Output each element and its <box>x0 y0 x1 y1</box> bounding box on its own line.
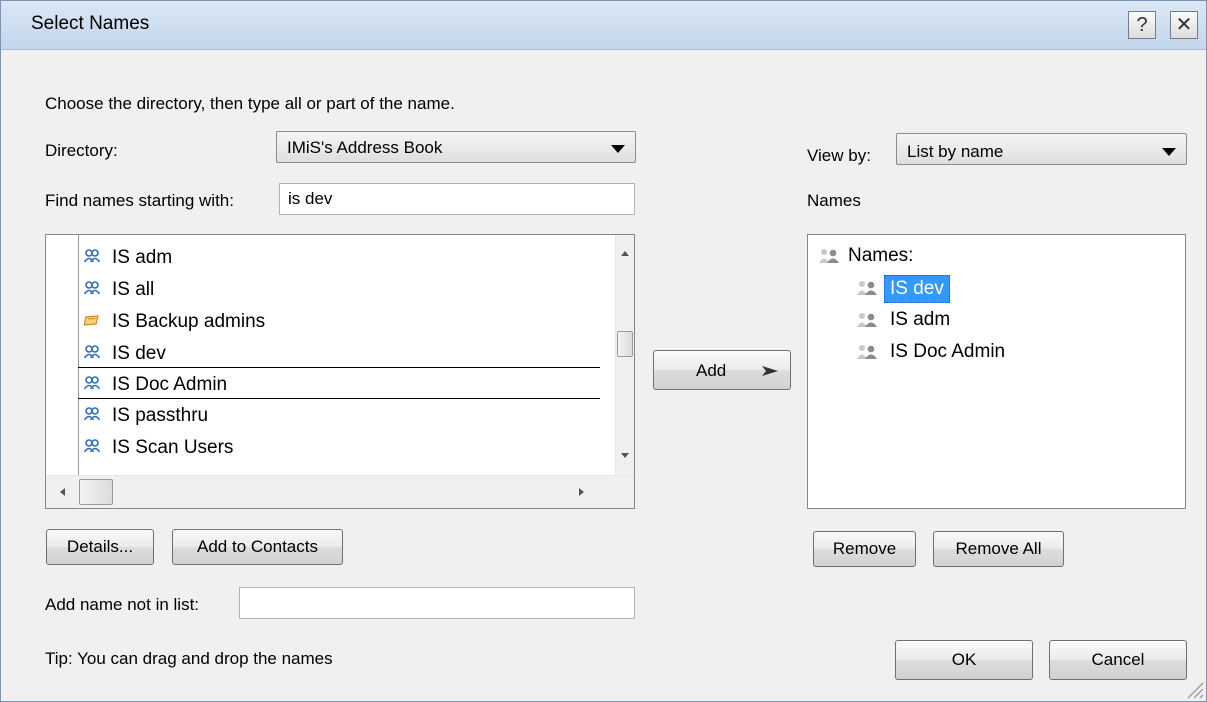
add-name-input[interactable] <box>239 587 635 619</box>
group-icon <box>84 249 100 263</box>
tree-item-label: IS adm <box>890 309 951 330</box>
add-button[interactable]: Add <box>653 350 791 390</box>
scroll-left-icon[interactable] <box>60 488 65 496</box>
list-item-label: IS Doc Admin <box>112 374 228 395</box>
find-label: Find names starting with: <box>45 191 234 210</box>
tree-item-label: IS dev <box>884 275 950 303</box>
list-item[interactable]: IS dev <box>78 337 600 369</box>
list-item[interactable]: IS Scan Users <box>78 431 600 463</box>
chevron-down-icon <box>611 145 625 153</box>
view-by-label: View by: <box>807 146 871 165</box>
tree-item-label: IS Doc Admin <box>890 341 1006 362</box>
users-icon <box>819 249 839 263</box>
vertical-scrollbar[interactable] <box>615 235 634 475</box>
view-by-value: List by name <box>907 142 1004 161</box>
directory-dropdown[interactable]: IMiS's Address Book <box>276 131 636 163</box>
selected-names-tree[interactable]: Names: IS dev IS adm IS Doc Admin <box>807 234 1186 509</box>
list-item-label: IS all <box>112 279 155 300</box>
distribution-list-icon <box>84 315 99 326</box>
list-item-label: IS Scan Users <box>112 437 234 458</box>
help-button[interactable]: ? <box>1128 11 1156 39</box>
list-item-label: IS dev <box>112 343 166 364</box>
scroll-up-icon[interactable] <box>621 251 629 256</box>
add-button-label: Add <box>696 361 727 380</box>
list-item[interactable]: IS all <box>78 273 600 305</box>
close-button[interactable]: ✕ <box>1170 11 1198 39</box>
list-item-label: IS Backup admins <box>112 311 266 332</box>
horizontal-scroll-thumb[interactable] <box>79 479 113 505</box>
remove-button[interactable]: Remove <box>813 531 916 567</box>
ok-button[interactable]: OK <box>895 640 1033 680</box>
users-icon <box>857 313 877 327</box>
remove-all-button[interactable]: Remove All <box>933 531 1064 567</box>
view-by-dropdown[interactable]: List by name <box>896 133 1187 165</box>
horizontal-scrollbar[interactable] <box>46 475 634 508</box>
directory-value: IMiS's Address Book <box>287 138 443 157</box>
select-names-dialog: Select Names ? ✕ Choose the directory, t… <box>0 0 1207 702</box>
scroll-right-icon[interactable] <box>579 488 584 496</box>
add-name-label: Add name not in list: <box>45 595 200 614</box>
list-item-label: IS passthru <box>112 405 209 426</box>
users-icon <box>857 281 877 295</box>
instructions-text: Choose the directory, then type all or p… <box>45 94 455 113</box>
cancel-button[interactable]: Cancel <box>1049 640 1187 680</box>
group-icon <box>84 439 100 453</box>
list-item[interactable]: IS passthru <box>78 399 600 431</box>
group-icon <box>84 376 100 390</box>
chevron-down-icon <box>1162 148 1176 156</box>
list-item[interactable]: IS adm <box>78 241 600 273</box>
window-title: Select Names <box>31 13 150 34</box>
group-icon <box>84 345 100 359</box>
address-list[interactable]: IS adm IS all IS Backup admins IS dev IS… <box>45 234 635 509</box>
resize-grip-icon[interactable] <box>1182 677 1204 699</box>
list-item[interactable]: IS Backup admins <box>78 305 600 337</box>
names-heading: Names <box>807 191 861 210</box>
list-item-label: IS adm <box>112 247 173 268</box>
details-button[interactable]: Details... <box>46 529 154 565</box>
list-item-focused[interactable]: IS Doc Admin <box>78 367 600 399</box>
users-icon <box>857 345 877 359</box>
vertical-scroll-thumb[interactable] <box>617 331 633 357</box>
scroll-down-icon[interactable] <box>621 453 629 458</box>
group-icon <box>84 407 100 421</box>
group-icon <box>84 281 100 295</box>
title-bar[interactable]: Select Names ? ✕ <box>1 1 1206 50</box>
names-root-label: Names: <box>848 245 914 266</box>
find-names-input[interactable] <box>279 183 635 215</box>
add-to-contacts-button[interactable]: Add to Contacts <box>172 529 343 565</box>
directory-label: Directory: <box>45 141 118 160</box>
arrow-right-icon <box>762 366 778 376</box>
tip-text: Tip: You can drag and drop the names <box>45 649 333 668</box>
